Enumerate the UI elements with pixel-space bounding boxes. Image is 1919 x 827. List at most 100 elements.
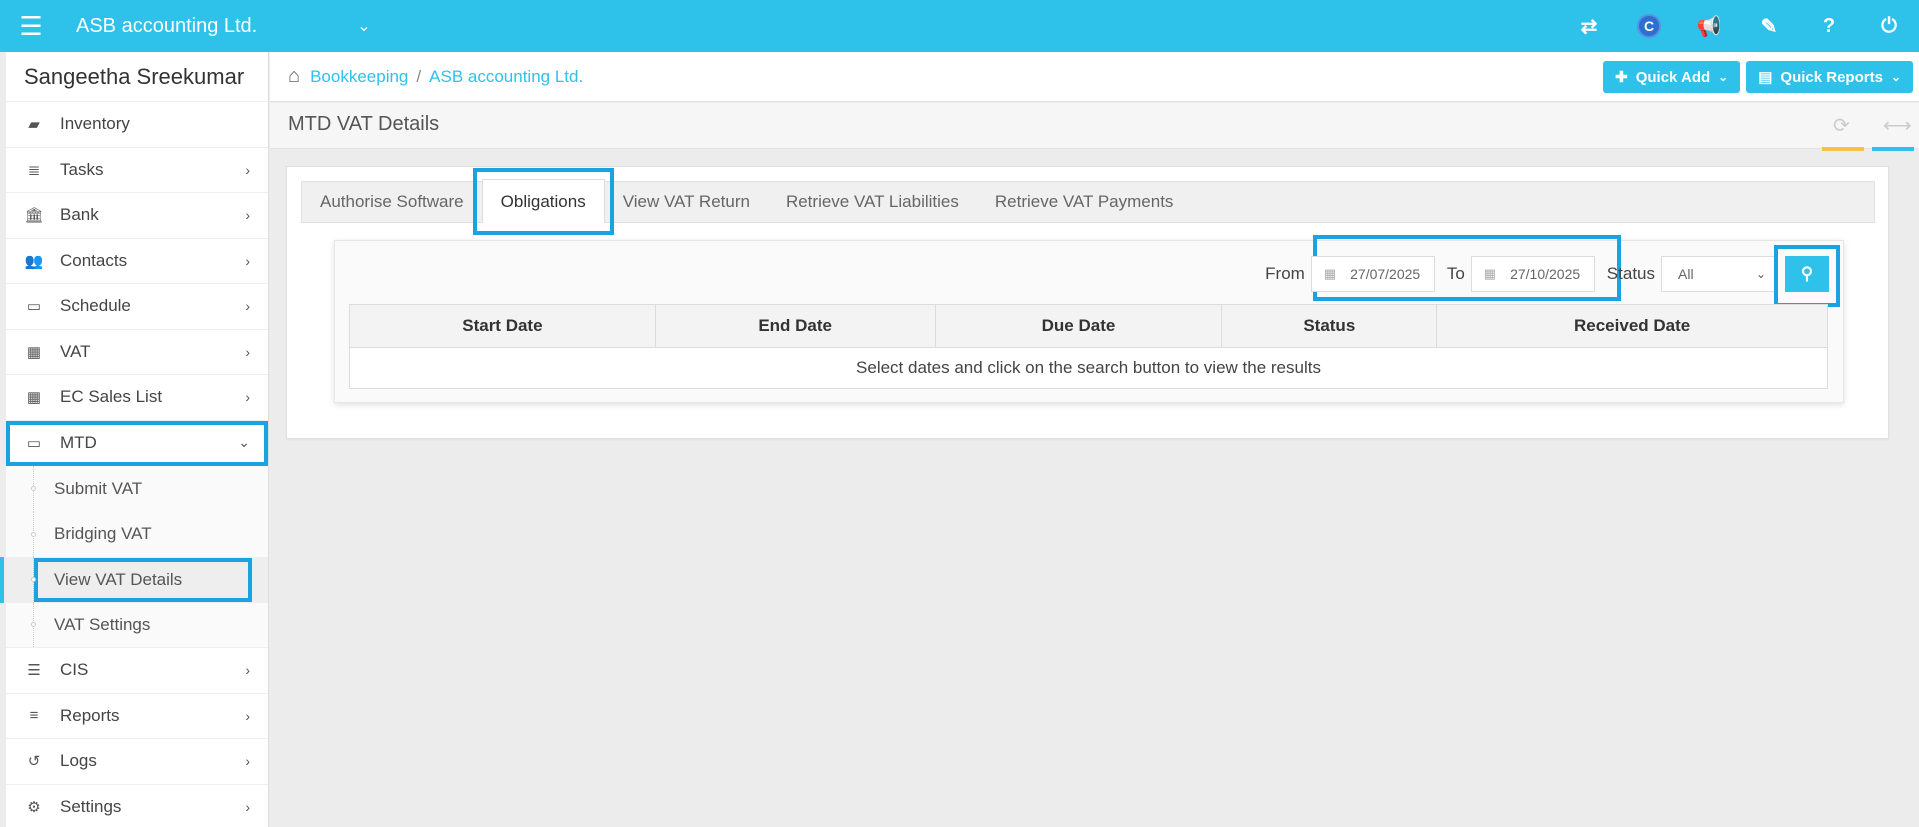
sidebar-item-schedule[interactable]: ▭ Schedule › bbox=[6, 284, 268, 330]
filter-bar: From ▦ 27/07/2025 To ▦ 27/10/2025 Status… bbox=[1259, 245, 1840, 307]
user-name: Sangeetha Sreekumar bbox=[6, 52, 268, 102]
tab-view-vat-return[interactable]: View VAT Return bbox=[605, 181, 768, 222]
hamburger-menu-icon[interactable]: ☰ bbox=[0, 11, 62, 42]
chevron-right-icon: › bbox=[245, 707, 250, 724]
column-header-end-date[interactable]: End Date bbox=[654, 304, 936, 348]
sidebar-item-vat[interactable]: ▦ VAT › bbox=[6, 330, 268, 375]
ticket-icon[interactable]: ✎ bbox=[1739, 14, 1799, 39]
sidebar-item-bank[interactable]: 🏛 Bank › bbox=[6, 193, 268, 239]
top-bar: ☰ ASB accounting Ltd. ⌄ ⇄ C 📢 ✎ ? ⏻ bbox=[0, 0, 1919, 52]
sidebar-subitem-bridging-vat[interactable]: Bridging VAT bbox=[6, 511, 268, 557]
from-date-value: 27/07/2025 bbox=[1350, 266, 1421, 282]
calculator-icon: ▦ bbox=[26, 389, 42, 407]
chevron-down-icon: ⌄ bbox=[1755, 267, 1766, 281]
column-header-status[interactable]: Status bbox=[1221, 304, 1438, 348]
sidebar: Sangeetha Sreekumar ▰ Inventory ≣ Tasks … bbox=[0, 52, 269, 827]
sidebar-item-reports[interactable]: ≡ Reports › bbox=[6, 694, 268, 739]
tab-obligations[interactable]: Obligations bbox=[472, 168, 614, 235]
from-label: From bbox=[1265, 264, 1305, 283]
quick-add-button[interactable]: ✚ Quick Add ⌄ bbox=[1603, 61, 1741, 93]
help-icon[interactable]: ? bbox=[1799, 15, 1859, 38]
table-header-row: Start Date End Date Due Date Status Rece… bbox=[349, 304, 1828, 348]
quick-reports-button[interactable]: ▤ Quick Reports ⌄ bbox=[1746, 61, 1913, 93]
column-header-due-date[interactable]: Due Date bbox=[934, 304, 1223, 348]
list-icon: ≡ bbox=[29, 707, 39, 725]
calendar-icon: ▦ bbox=[1483, 266, 1497, 281]
sidebar-item-contacts[interactable]: 👥 Contacts › bbox=[6, 239, 268, 284]
sidebar-item-label: VAT bbox=[60, 341, 91, 361]
from-date-input[interactable]: ▦ 27/07/2025 bbox=[1310, 256, 1435, 292]
power-icon[interactable]: ⏻ bbox=[1859, 15, 1919, 38]
tab-retrieve-vat-payments[interactable]: Retrieve VAT Payments bbox=[977, 181, 1192, 222]
sidebar-item-label: Tasks bbox=[60, 159, 104, 179]
chevron-right-icon: › bbox=[245, 207, 250, 224]
sidebar-subitem-vat-settings[interactable]: VAT Settings bbox=[6, 602, 268, 648]
refresh-icon[interactable]: ⟳ bbox=[1833, 113, 1850, 138]
sidebar-item-label: MTD bbox=[60, 432, 97, 452]
sidebar-subitem-submit-vat[interactable]: Submit VAT bbox=[6, 466, 268, 512]
chevron-right-icon: › bbox=[245, 343, 250, 360]
quick-add-label: Quick Add bbox=[1635, 68, 1711, 86]
breadcrumb: ⌂ Bookkeeping / ASB accounting Ltd. ✚ Qu… bbox=[270, 52, 1919, 102]
sidebar-subitem-label: Submit VAT bbox=[54, 478, 143, 498]
sidebar-item-label: Schedule bbox=[60, 296, 131, 316]
calendar-icon: ▭ bbox=[26, 298, 42, 316]
sidebar-item-label: Reports bbox=[60, 705, 120, 725]
chevron-right-icon: › bbox=[245, 252, 250, 269]
refresh-indicator bbox=[1822, 147, 1864, 151]
chevron-right-icon: › bbox=[245, 753, 250, 770]
sidebar-item-logs[interactable]: ↺ Logs › bbox=[6, 739, 268, 785]
indent-icon: ☰ bbox=[27, 662, 41, 680]
sidebar-item-inventory[interactable]: ▰ Inventory bbox=[6, 102, 268, 148]
expand-icon[interactable]: ⟷ bbox=[1883, 113, 1912, 138]
sidebar-item-label: EC Sales List bbox=[60, 387, 163, 407]
breadcrumb-separator: / bbox=[416, 66, 422, 86]
main-panel: Authorise Software Obligations View VAT … bbox=[286, 166, 1889, 439]
c-logo-icon[interactable]: C bbox=[1619, 14, 1679, 38]
search-button[interactable]: ⚲ bbox=[1774, 245, 1840, 307]
empty-message: Select dates and click on the search but… bbox=[349, 347, 1828, 389]
calendar-icon: ▭ bbox=[26, 434, 42, 452]
page-header: MTD VAT Details ⟳ ⟷ bbox=[270, 103, 1919, 151]
page-title: MTD VAT Details bbox=[288, 113, 440, 135]
chevron-down-icon[interactable]: ⌄ bbox=[357, 16, 370, 36]
obligations-panel: From ▦ 27/07/2025 To ▦ 27/10/2025 Status… bbox=[334, 235, 1844, 403]
status-select[interactable]: All ⌄ bbox=[1661, 256, 1775, 292]
sidebar-item-label: Logs bbox=[60, 751, 97, 771]
megaphone-icon[interactable]: 📢 bbox=[1679, 14, 1739, 39]
column-header-received-date[interactable]: Received Date bbox=[1436, 304, 1828, 348]
company-name[interactable]: ASB accounting Ltd. bbox=[76, 15, 257, 38]
transfer-icon[interactable]: ⇄ bbox=[1559, 14, 1619, 39]
breadcrumb-link-company[interactable]: ASB accounting Ltd. bbox=[429, 67, 583, 87]
status-value: All bbox=[1678, 266, 1694, 282]
to-date-input[interactable]: ▦ 27/10/2025 bbox=[1470, 256, 1595, 292]
home-icon[interactable]: ⌂ bbox=[288, 65, 300, 88]
quick-reports-label: Quick Reports bbox=[1780, 68, 1883, 86]
sidebar-item-label: Bank bbox=[60, 205, 99, 225]
chevron-right-icon: › bbox=[245, 798, 250, 815]
obligations-table: Start Date End Date Due Date Status Rece… bbox=[349, 304, 1828, 389]
breadcrumb-link-bookkeeping[interactable]: Bookkeeping bbox=[310, 67, 408, 87]
column-header-start-date[interactable]: Start Date bbox=[349, 304, 656, 348]
sidebar-item-tasks[interactable]: ≣ Tasks › bbox=[6, 148, 268, 193]
sidebar-item-ec-sales-list[interactable]: ▦ EC Sales List › bbox=[6, 375, 268, 421]
bank-icon: 🏛 bbox=[24, 207, 44, 225]
sidebar-item-label: Contacts bbox=[60, 250, 128, 270]
tab-authorise-software[interactable]: Authorise Software bbox=[302, 181, 482, 222]
sidebar-item-settings[interactable]: ⚙ Settings › bbox=[6, 785, 268, 827]
chevron-down-icon: ⌄ bbox=[1718, 70, 1729, 84]
sidebar-item-mtd[interactable]: ▭ MTD ⌄ bbox=[6, 420, 268, 466]
users-icon: 👥 bbox=[24, 252, 44, 270]
tab-retrieve-vat-liabilities[interactable]: Retrieve VAT Liabilities bbox=[768, 181, 977, 222]
tasks-icon: ≣ bbox=[27, 161, 41, 179]
sidebar-item-cis[interactable]: ☰ CIS › bbox=[6, 648, 268, 694]
tab-bar: Authorise Software Obligations View VAT … bbox=[301, 168, 1875, 235]
chevron-right-icon: › bbox=[245, 298, 250, 315]
sidebar-item-label: Inventory bbox=[60, 114, 130, 134]
chevron-right-icon: › bbox=[245, 662, 250, 679]
sidebar-item-label: Settings bbox=[60, 796, 122, 816]
chevron-right-icon: › bbox=[245, 389, 250, 406]
sidebar-subitem-view-vat-details[interactable]: View VAT Details bbox=[0, 557, 268, 603]
sidebar-subitem-label: VAT Settings bbox=[54, 614, 151, 634]
sidebar-subitem-label: Bridging VAT bbox=[54, 524, 152, 544]
